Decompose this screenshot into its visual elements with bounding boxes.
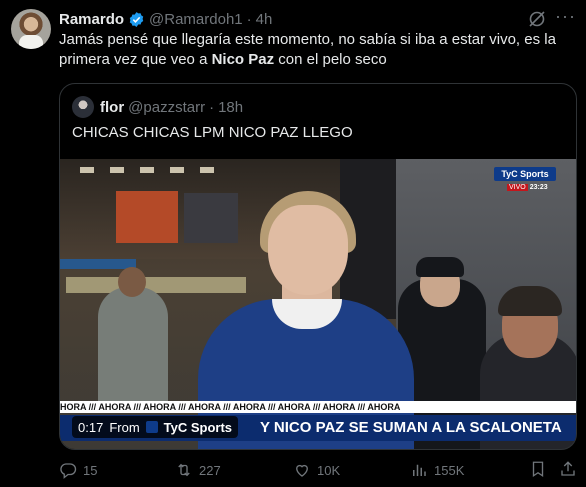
tweet-text-part2: con el pelo seco xyxy=(274,51,387,68)
reply-count: 15 xyxy=(83,462,98,478)
like-button[interactable]: 10K xyxy=(293,461,340,479)
quote-header: flor @pazzstarr · 18h xyxy=(72,96,243,118)
verified-badge-icon xyxy=(129,11,144,27)
tweet-time[interactable]: 4h xyxy=(256,11,273,28)
quote-separator-dot: · xyxy=(209,98,215,116)
live-indicator: VIVO 23:23 xyxy=(507,183,548,193)
author-name[interactable]: Ramardo xyxy=(59,11,124,28)
officer-cap xyxy=(416,257,464,277)
live-time: 23:23 xyxy=(529,184,548,191)
video-scene-sign xyxy=(116,191,178,243)
channel-logo: TyC Sports xyxy=(494,167,556,181)
video-scene-shop-light xyxy=(66,277,246,293)
quoted-tweet[interactable]: flor @pazzstarr · 18h CHICAS CHICAS LPM … xyxy=(59,83,577,450)
more-options-icon[interactable]: ··· xyxy=(555,7,575,29)
views-count: 155K xyxy=(434,462,465,478)
quote-author-handle: @pazzstarr xyxy=(128,98,206,116)
bookmark-icon[interactable] xyxy=(529,460,547,478)
tyc-sports-icon xyxy=(145,421,158,433)
live-label: VIVO xyxy=(507,184,528,191)
video-scene-sign-dark xyxy=(184,193,238,243)
video-scene-lights xyxy=(80,167,230,173)
tweet-header: Ramardo @Ramardoh1 · 4h xyxy=(59,9,272,29)
quote-avatar xyxy=(72,96,94,118)
video-background-person xyxy=(98,267,168,407)
share-icon[interactable] xyxy=(559,460,577,478)
views-icon xyxy=(413,464,426,476)
lower-third-headline: Y NICO PAZ SE SUMAN A LA SCALONETA xyxy=(260,419,562,436)
grok-icon[interactable] xyxy=(527,9,547,29)
retweet-count: 227 xyxy=(199,462,221,478)
like-count: 10K xyxy=(317,462,341,478)
video-player[interactable]: TyC Sports VIVO 23:23 HORA /// AHORA /// … xyxy=(60,159,576,449)
author-avatar[interactable] xyxy=(11,9,51,49)
news-ticker: HORA /// AHORA /// AHORA /// AHORA /// A… xyxy=(60,401,576,413)
video-scene-sign-blue xyxy=(60,259,136,269)
views-button[interactable]: 155K xyxy=(410,461,464,479)
video-duration: 0:17 xyxy=(78,419,104,435)
quote-time: 18h xyxy=(218,98,244,116)
video-player-face xyxy=(268,205,348,295)
heart-icon xyxy=(296,464,308,477)
video-source[interactable]: TyC Sports xyxy=(164,420,232,435)
action-bar: 15 227 10K 155K xyxy=(59,460,575,480)
tweet-text-bold: Nico Paz xyxy=(211,51,275,68)
retweet-button[interactable]: 227 xyxy=(175,461,221,479)
reply-button[interactable]: 15 xyxy=(59,461,97,479)
video-duration-badge: 0:17 From TyC Sports xyxy=(72,416,239,438)
reply-icon xyxy=(60,463,77,479)
quote-text: CHICAS CHICAS LPM NICO PAZ LLEGO xyxy=(72,124,353,141)
background-person-head xyxy=(118,267,146,297)
tweet-text: Jamás pensé que llegaría este momento, n… xyxy=(59,30,574,70)
avatar-shirt xyxy=(19,35,43,49)
author-handle[interactable]: @Ramardoh1 xyxy=(149,11,243,28)
man-hair xyxy=(498,286,562,316)
quote-author-name: flor xyxy=(100,98,125,116)
separator-dot: · xyxy=(246,10,252,28)
retweet-icon xyxy=(178,463,190,477)
from-label: From xyxy=(109,419,140,435)
